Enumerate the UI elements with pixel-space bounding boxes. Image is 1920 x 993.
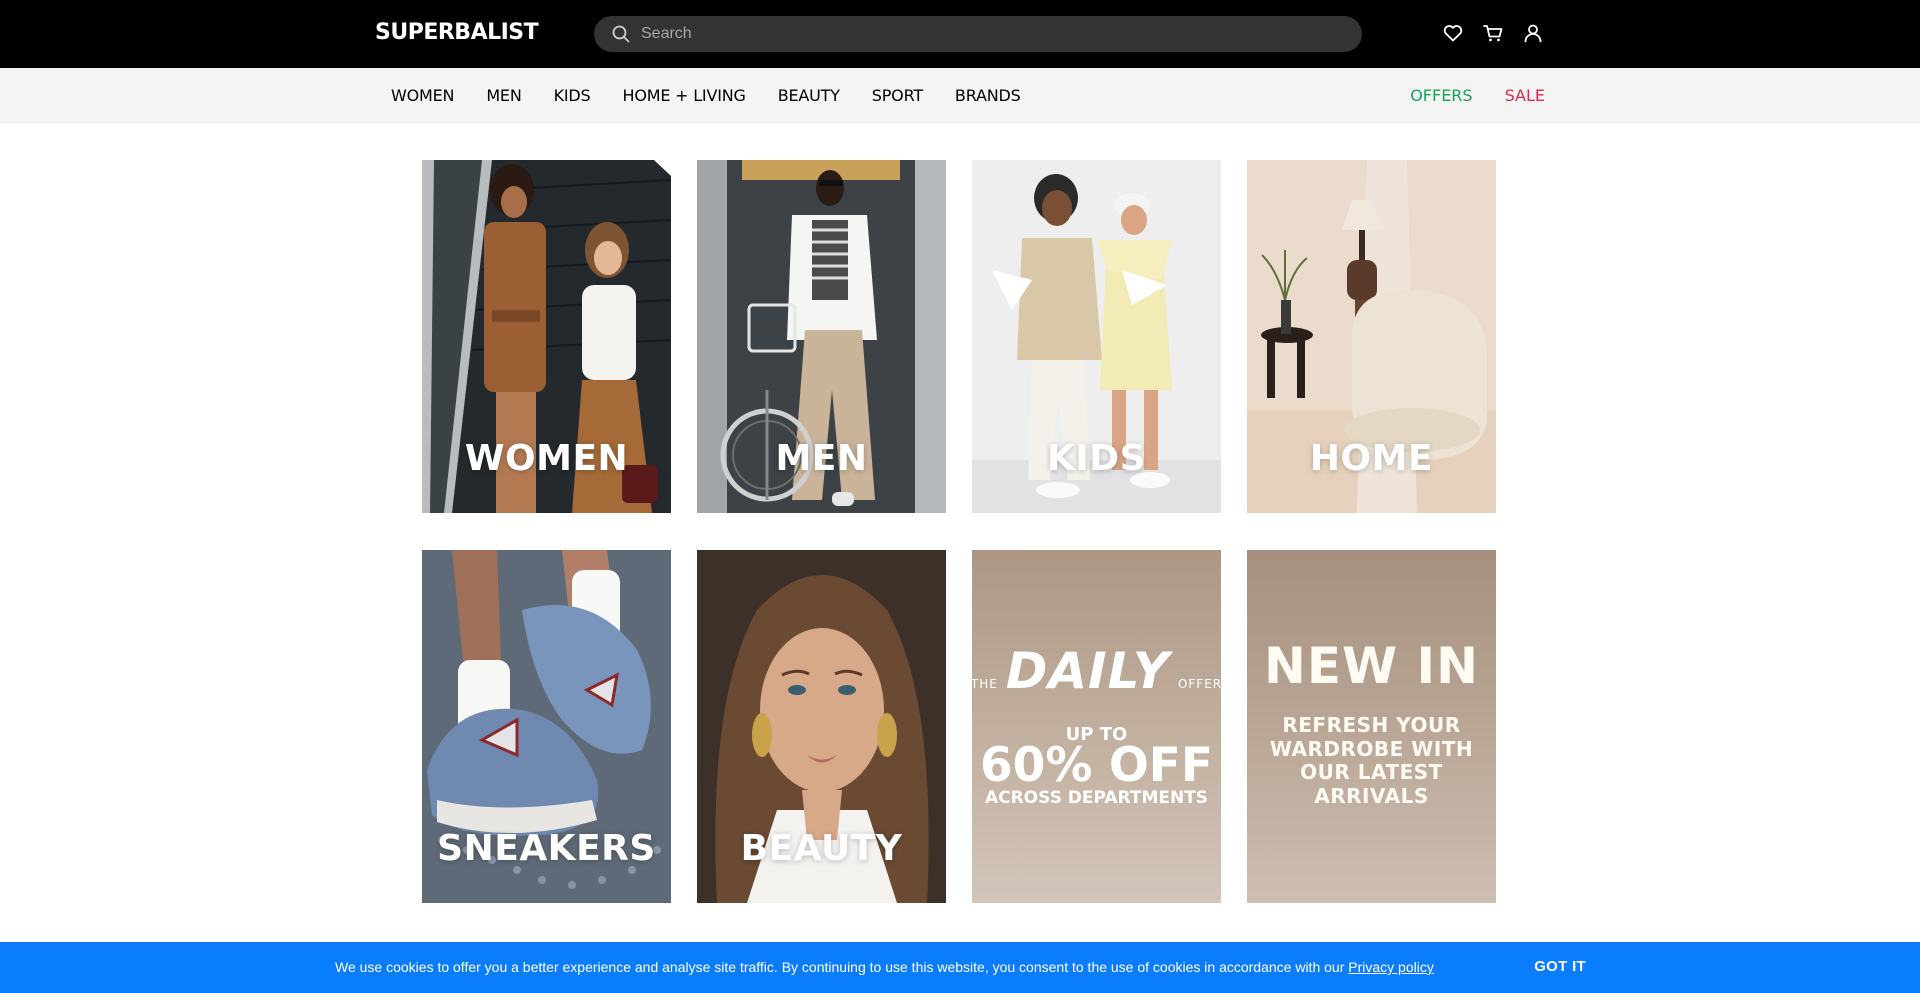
cart-icon[interactable] bbox=[1482, 22, 1504, 44]
daily-across: ACROSS DEPARTMENTS bbox=[984, 788, 1209, 808]
user-icon[interactable] bbox=[1522, 22, 1544, 44]
header-actions bbox=[1442, 22, 1544, 44]
heart-icon[interactable] bbox=[1442, 22, 1464, 44]
tile-label: HOME bbox=[1309, 438, 1434, 479]
nav-item-offers[interactable]: OFFERS bbox=[1410, 86, 1472, 105]
tile-label: BEAUTY bbox=[740, 828, 903, 869]
daily-title: DAILY bbox=[1005, 642, 1170, 700]
nav-item-kids[interactable]: KIDS bbox=[538, 86, 607, 105]
nav-item-brands[interactable]: BRANDS bbox=[939, 86, 1037, 105]
daily-offer-heading: THE DAILY OFFER bbox=[972, 642, 1221, 700]
tile-men[interactable]: MEN bbox=[697, 160, 946, 513]
cookie-text: We use cookies to offer you a better exp… bbox=[335, 959, 1345, 975]
new-in-text: REFRESH YOUR WARDROBE WITH OUR LATEST AR… bbox=[1269, 713, 1474, 808]
search-input[interactable] bbox=[641, 16, 1341, 52]
daily-offer-word: OFFER bbox=[1177, 677, 1221, 691]
nav-item-women[interactable]: WOMEN bbox=[375, 86, 470, 105]
tile-beauty[interactable]: BEAUTY bbox=[697, 550, 946, 903]
daily-the: THE bbox=[972, 677, 998, 691]
tile-label: SNEAKERS bbox=[437, 828, 656, 869]
category-grid: WOMEN MEN KIDS HOME SNEAKERS BEAUTY THE … bbox=[422, 160, 1498, 903]
nav-item-home-living[interactable]: HOME + LIVING bbox=[607, 86, 762, 105]
nav-item-beauty[interactable]: BEAUTY bbox=[762, 86, 856, 105]
nav-item-men[interactable]: MEN bbox=[470, 86, 537, 105]
tile-label: KIDS bbox=[1046, 438, 1147, 479]
tile-daily-offer[interactable]: THE DAILY OFFER UP TO 60% OFF ACROSS DEP… bbox=[972, 550, 1221, 903]
search-bar[interactable] bbox=[594, 16, 1362, 52]
category-nav: WOMEN MEN KIDS HOME + LIVING BEAUTY SPOR… bbox=[375, 68, 1037, 123]
new-in-promo: NEW IN REFRESH YOUR WARDROBE WITH OUR LA… bbox=[1247, 550, 1496, 903]
privacy-policy-link[interactable]: Privacy policy bbox=[1348, 959, 1434, 975]
promo-nav: OFFERS SALE bbox=[1410, 68, 1545, 123]
cookie-banner: We use cookies to offer you a better exp… bbox=[0, 942, 1920, 993]
tile-label: WOMEN bbox=[464, 438, 629, 479]
tile-home[interactable]: HOME bbox=[1247, 160, 1496, 513]
site-logo[interactable]: SUPERBALIST bbox=[375, 20, 539, 45]
main-nav: WOMEN MEN KIDS HOME + LIVING BEAUTY SPOR… bbox=[0, 68, 1920, 123]
daily-discount: 60% OFF bbox=[979, 738, 1214, 793]
tile-women[interactable]: WOMEN bbox=[422, 160, 671, 513]
nav-item-sale[interactable]: SALE bbox=[1505, 86, 1545, 105]
tile-new-in[interactable]: NEW IN REFRESH YOUR WARDROBE WITH OUR LA… bbox=[1247, 550, 1496, 903]
tile-kids[interactable]: KIDS bbox=[972, 160, 1221, 513]
cookie-message: We use cookies to offer you a better exp… bbox=[335, 959, 1434, 975]
got-it-button[interactable]: GOT IT bbox=[1534, 958, 1586, 975]
tile-label: MEN bbox=[775, 438, 868, 479]
tile-sneakers[interactable]: SNEAKERS bbox=[422, 550, 671, 903]
search-icon[interactable] bbox=[612, 25, 630, 43]
new-in-title: NEW IN bbox=[1263, 637, 1479, 695]
nav-item-sport[interactable]: SPORT bbox=[856, 86, 939, 105]
top-bar: SUPERBALIST bbox=[0, 0, 1920, 68]
daily-offer-promo: THE DAILY OFFER UP TO 60% OFF ACROSS DEP… bbox=[972, 550, 1221, 903]
